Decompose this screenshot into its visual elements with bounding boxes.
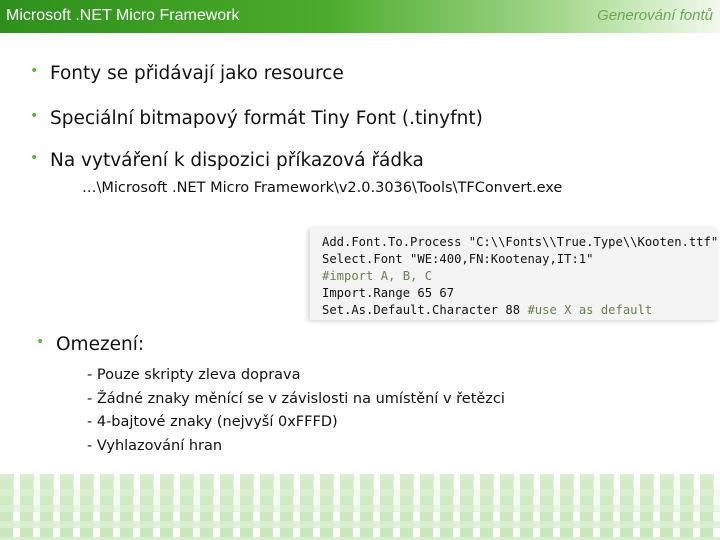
tool-path: …\Microsoft .NET Micro Framework\v2.0.30… (82, 180, 563, 196)
footer-pattern-row (0, 480, 720, 489)
slide-section-title: Generování fontů (597, 7, 713, 24)
code-line: Select.Font "WE:400,FN:Kootenay,IT:1" (322, 252, 594, 266)
code-inline-comment: #use X as default (527, 303, 653, 317)
code-line: Import.Range 65 67 (322, 286, 455, 300)
decorative-footer-pattern (0, 474, 720, 540)
footer-pattern-row (0, 528, 720, 537)
bullet-text: Na vytváření k dispozici příkazová řádka (50, 150, 424, 171)
bullet-dot-icon: • (30, 108, 39, 124)
presentation-title: Microsoft .NET Micro Framework (6, 7, 240, 24)
limits-list: - Pouze skripty zleva doprava - Žádné zn… (87, 364, 505, 458)
bullet-dot-icon: • (30, 150, 39, 166)
code-block: Add.Font.To.Process "C:\\Fonts\\True.Typ… (322, 234, 718, 319)
bullet-text: Speciální bitmapový formát Tiny Font (.t… (50, 108, 483, 129)
code-line: Add.Font.To.Process "C:\\Fonts\\True.Typ… (322, 235, 719, 249)
list-item: - Pouze skripty zleva doprava (87, 367, 301, 383)
list-item: - Vyhlazování hran (87, 437, 223, 454)
bullet-dot-icon: • (30, 63, 39, 79)
list-item: - 4-bajtové znaky (nejvyší 0xFFFD) (87, 414, 338, 430)
list-item: - Žádné znaky měnící se v závislosti na … (87, 390, 505, 407)
limits-heading: Omezení: (56, 334, 145, 355)
title-bar: Microsoft .NET Micro Framework Generován… (0, 0, 720, 33)
footer-pattern-row (0, 512, 720, 521)
bullet-text: Fonty se přidávají jako resource (50, 63, 344, 84)
code-sample: Add.Font.To.Process "C:\\Fonts\\True.Typ… (310, 228, 718, 320)
code-comment-line: #import A, B, C (322, 269, 433, 283)
footer-pattern-row (0, 496, 720, 505)
code-line: Set.As.Default.Character 88 (322, 303, 528, 317)
bullet-dot-icon: • (36, 334, 45, 350)
